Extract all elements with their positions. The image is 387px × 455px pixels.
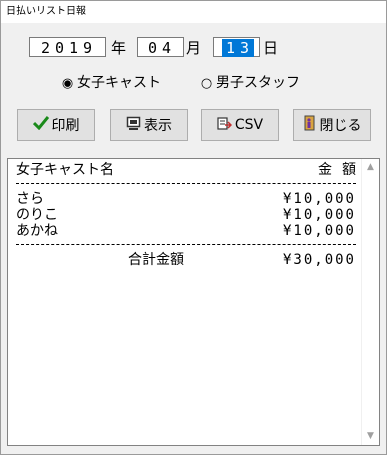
total-label: 合計金額 [128,252,184,268]
list-item: あかね ¥10,000 [16,223,356,239]
column-header-amount: 金額 [318,162,366,178]
report-content: 女子キャスト名 金額 さら ¥10,000 のりこ ¥10,000 あかね ¥1… [16,162,356,268]
window: 日払いリスト日報 2019 年 04 月 13 日 ◉ 女子キャスト ○ 男子スタッ… [0,0,387,455]
month-unit-label: 月 [186,39,202,57]
header-divider [16,183,356,184]
report-list[interactable]: 女子キャスト名 金額 さら ¥10,000 のりこ ¥10,000 あかね ¥1… [7,158,380,446]
cast-amount: ¥10,000 [282,223,356,239]
checkmark-icon [32,116,49,134]
exit-door-icon [303,115,317,135]
print-button-label: 印刷 [51,118,80,134]
month-input[interactable]: 04 [137,37,184,57]
view-button-label: 表示 [144,118,172,134]
close-button[interactable]: 閉じる [293,109,371,141]
list-item: のりこ ¥10,000 [16,207,356,223]
radio-selected-icon: ◉ [61,76,74,91]
total-amount: ¥30,000 [282,252,356,268]
report-header: 女子キャスト名 金額 [16,162,356,178]
radio-female-cast[interactable]: ◉ 女子キャスト [60,74,161,93]
csv-button[interactable]: CSV [201,109,279,141]
monitor-icon [126,116,141,135]
year-unit-label: 年 [111,39,127,57]
cast-name: のりこ [16,207,58,223]
cast-amount: ¥10,000 [282,207,356,223]
radio-male-staff[interactable]: ○ 男子スタッフ [199,74,300,93]
window-title: 日払いリスト日報 [6,6,86,17]
total-divider [16,244,356,245]
csv-button-label: CSV [234,117,264,133]
cast-name: あかね [16,223,58,239]
cast-name: さら [16,191,44,207]
list-item: さら ¥10,000 [16,191,356,207]
day-input-selection: 13 [221,39,255,57]
close-button-label: 閉じる [319,118,362,134]
view-button[interactable]: 表示 [110,109,188,141]
radio-female-cast-label: 女子キャスト [77,75,161,91]
scroll-up-icon[interactable]: ▲ [362,159,379,176]
csv-export-icon [217,116,232,135]
day-unit-label: 日 [263,39,279,57]
print-button[interactable]: 印刷 [17,109,95,141]
total-row: 合計金額 ¥30,000 [16,252,356,268]
vertical-scrollbar[interactable]: ▲ ▼ [361,159,379,445]
radio-unselected-icon: ○ [200,76,213,91]
title-bar: 日払いリスト日報 [1,1,386,23]
day-input[interactable]: 13 [213,37,260,57]
cast-amount: ¥10,000 [282,191,356,207]
scroll-down-icon[interactable]: ▼ [362,428,379,445]
year-input[interactable]: 2019 [29,37,106,57]
column-header-name: 女子キャスト名 [16,162,114,178]
radio-male-staff-label: 男子スタッフ [216,75,300,91]
